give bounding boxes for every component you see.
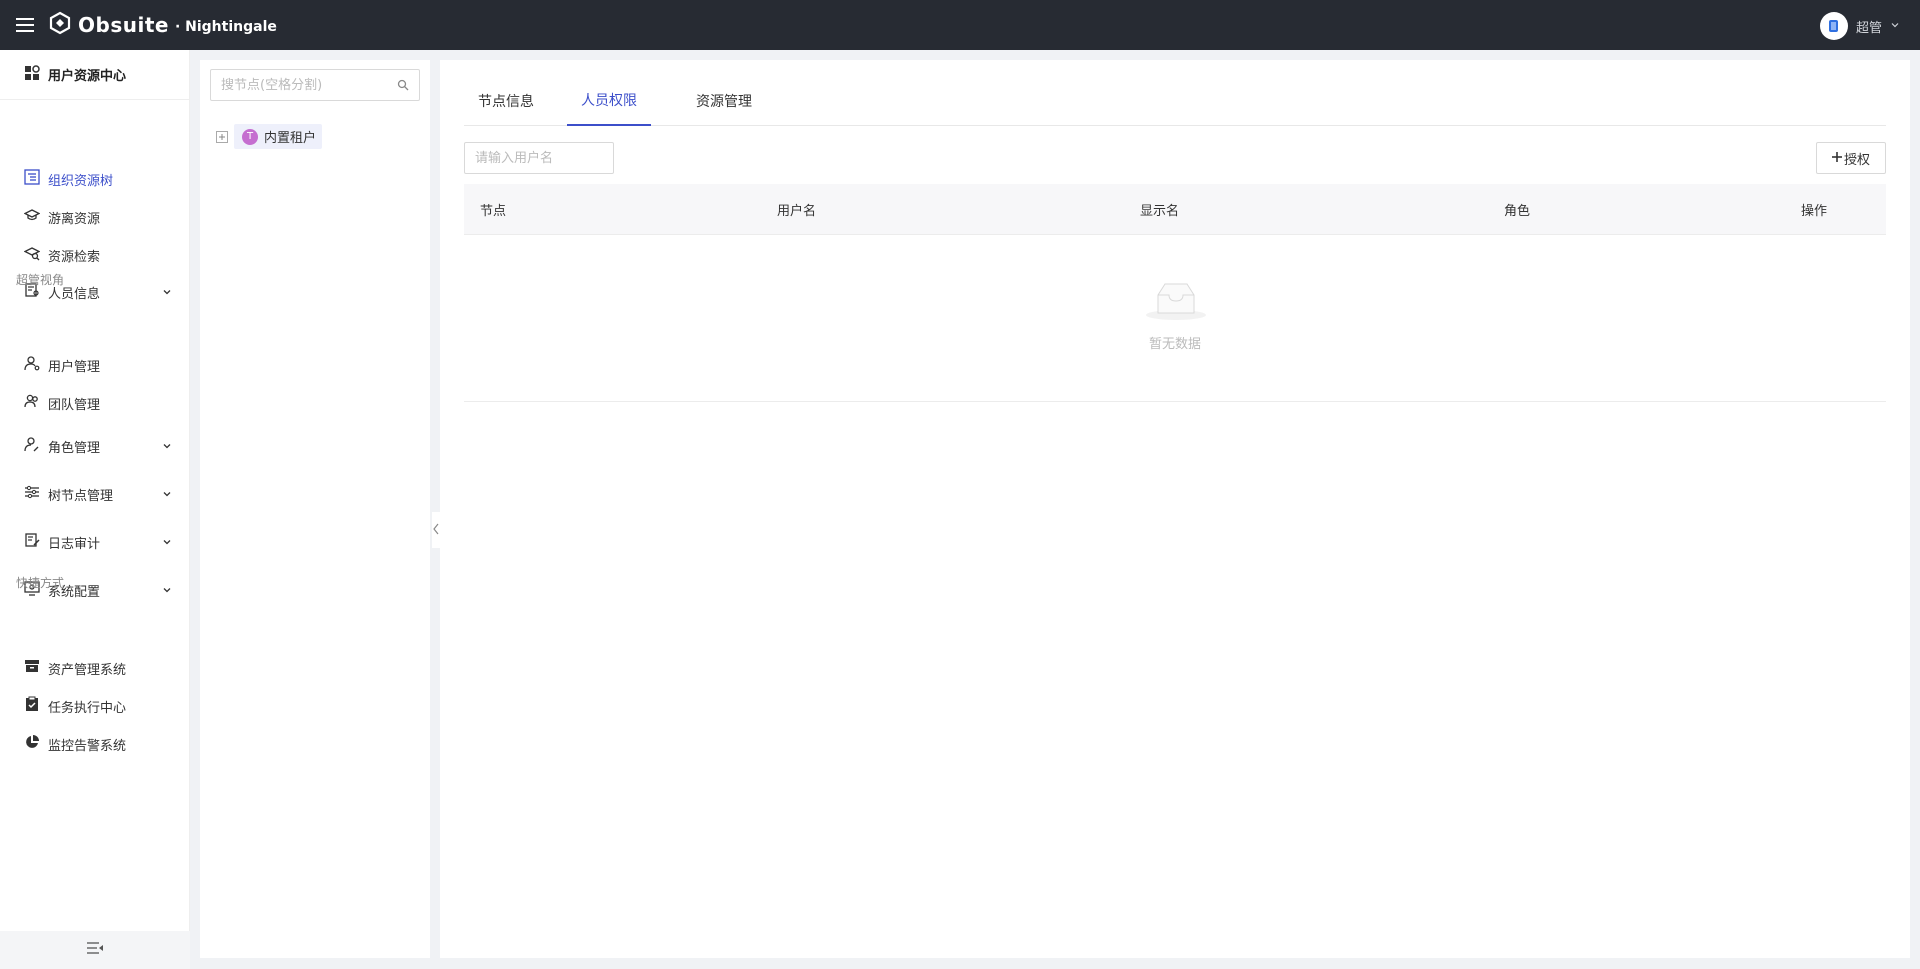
archive-icon (24, 658, 40, 678)
sidebar-item-asset-management[interactable]: 资产管理系统 (0, 651, 190, 685)
role-icon (24, 436, 40, 456)
sidebar-item-role-management[interactable]: 角色管理 (0, 429, 190, 463)
user-filter-box (464, 142, 614, 174)
empty-inbox-icon (1145, 281, 1207, 321)
tree-search-input[interactable] (211, 70, 391, 100)
user-name: 超管 (1855, 20, 1882, 36)
user-menu[interactable]: 超管 (1819, 11, 1900, 41)
sidebar-item-resource-search[interactable]: 资源检索 (0, 238, 190, 272)
column-header-display-name: 显示名 (1140, 204, 1180, 219)
chevron-down-icon (162, 584, 172, 599)
tab-bar: 节点信息 人员权限 资源管理 (464, 76, 1886, 126)
tenant-badge: T (242, 128, 258, 145)
sidebar-item-user-management[interactable]: 用户管理 (0, 348, 190, 382)
sidebar-item-label: 任务执行中心 (48, 700, 127, 716)
sidebar-item-log-audit[interactable]: 日志审计 (0, 525, 190, 559)
username-search-input[interactable] (465, 143, 605, 173)
sidebar-item-task-center[interactable]: 任务执行中心 (0, 689, 190, 723)
chevron-down-icon (162, 536, 172, 551)
tree-panel: T 内置租户 (200, 60, 430, 958)
main-panel: 节点信息 人员权限 资源管理 授权 节点 用户名 显示名 角色 操作 暂无数据 (440, 60, 1910, 958)
sidebar-item-label: 团队管理 (48, 397, 101, 413)
brand-name: Obsuite (78, 13, 169, 37)
sidebar-item-label: 日志审计 (48, 536, 101, 552)
tab-resource-management[interactable]: 资源管理 (682, 76, 766, 126)
chevron-down-icon (162, 488, 172, 503)
graduation-cap-icon (23, 207, 41, 227)
sidebar-title: 用户资源中心 (0, 50, 189, 100)
tab-node-info[interactable]: 节点信息 (464, 76, 548, 126)
sidebar-collapse-button[interactable] (0, 931, 190, 969)
sidebar-item-label: 用户管理 (48, 359, 101, 375)
tree-node-item[interactable]: T 内置租户 (234, 124, 323, 149)
edit-document-icon (24, 532, 40, 552)
sidebar-item-tree-node-management[interactable]: 树节点管理 (0, 477, 190, 511)
brand-subtitle: · Nightingale (174, 19, 277, 35)
avatar (1819, 12, 1848, 40)
pie-chart-icon (24, 734, 40, 754)
sidebar-item-monitoring-alerts[interactable]: 监控告警系统 (0, 727, 190, 761)
table-empty-state: 暂无数据 (464, 235, 1886, 402)
column-header-username: 用户名 (777, 204, 817, 219)
chevron-down-icon (1890, 19, 1900, 34)
sidebar-item-label: 资源检索 (48, 249, 101, 265)
tree-node-root: T 内置租户 (216, 124, 323, 149)
tree-node-label: 内置租户 (264, 131, 317, 146)
sidebar-item-org-tree[interactable]: 组织资源树 (0, 162, 190, 196)
permissions-table: 节点 用户名 显示名 角色 操作 暂无数据 (464, 184, 1886, 402)
sidebar-item-team-management[interactable]: 团队管理 (0, 386, 190, 420)
resource-search-icon (23, 245, 41, 265)
empty-text: 暂无数据 (1148, 337, 1201, 352)
tree-search-box (210, 69, 420, 101)
sidebar-item-label: 资产管理系统 (48, 662, 127, 678)
grant-button[interactable]: 授权 (1816, 142, 1886, 174)
sidebar-item-label: 角色管理 (48, 440, 101, 456)
chevron-down-icon (162, 286, 172, 301)
collapse-menu-icon (86, 941, 104, 959)
tab-personnel-permissions[interactable]: 人员权限 (567, 76, 651, 126)
sidebar-item-label: 游离资源 (48, 211, 101, 227)
sidebar: 用户资源中心 组织资源树 游离资源 资源检索 人员信息 超管视角 用户管理 团队… (0, 50, 190, 969)
sidebar-item-label: 树节点管理 (48, 488, 114, 504)
sidebar-item-label: 组织资源树 (48, 173, 114, 189)
hamburger-menu-icon[interactable] (14, 14, 36, 36)
panel-splitter-toggle[interactable] (432, 512, 440, 548)
sidebar-item-free-resources[interactable]: 游离资源 (0, 200, 190, 234)
column-header-role: 角色 (1504, 204, 1531, 219)
column-header-node: 节点 (480, 204, 507, 219)
chevron-left-icon (432, 522, 440, 539)
sliders-icon (24, 484, 40, 504)
sidebar-item-label: 监控告警系统 (48, 738, 127, 754)
section-label-admin: 超管视角 (16, 273, 65, 287)
table-header: 节点 用户名 显示名 角色 操作 (464, 184, 1886, 235)
column-header-actions: 操作 (1801, 204, 1828, 219)
app-grid-icon (24, 64, 40, 85)
clipboard-check-icon (24, 696, 40, 716)
team-icon (24, 393, 40, 413)
search-icon[interactable] (397, 79, 409, 95)
chevron-down-icon (162, 440, 172, 455)
user-icon (24, 355, 40, 375)
logo-icon (48, 11, 72, 39)
app-logo[interactable]: Obsuite · Nightingale (48, 11, 277, 39)
expand-plus-icon[interactable] (216, 130, 228, 143)
top-bar: Obsuite · Nightingale 超管 (0, 0, 1920, 50)
grant-button-label: 授权 (1843, 152, 1870, 168)
tree-icon (24, 169, 40, 189)
plus-icon (1831, 151, 1842, 166)
section-label-shortcuts: 快捷方式 (16, 576, 65, 590)
